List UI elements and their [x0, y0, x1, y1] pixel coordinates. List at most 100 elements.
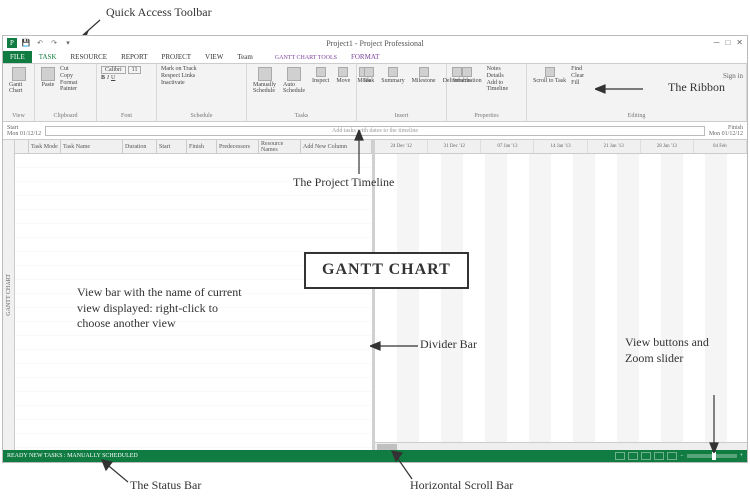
timeline-start: StartMon 01/12/12: [7, 125, 41, 137]
timeline-bar: StartMon 01/12/12 Add tasks with dates t…: [3, 122, 747, 140]
group-font-label: Font: [101, 113, 152, 119]
group-insert-label: Insert: [361, 113, 442, 119]
close-icon[interactable]: ✕: [736, 38, 743, 47]
group-clipboard-label: Clipboard: [39, 113, 92, 119]
arrow-status: [100, 458, 130, 484]
format-painter-button[interactable]: Format Painter: [60, 80, 92, 92]
view-button-2[interactable]: [628, 452, 638, 460]
timeline-track[interactable]: Add tasks with dates to the timeline: [45, 126, 705, 136]
move-label: Move: [336, 78, 350, 84]
view-bar-label: GANTT CHART: [6, 274, 12, 316]
view-button-5[interactable]: [667, 452, 677, 460]
clear-button[interactable]: Clear: [571, 73, 584, 79]
gantt-chart-label: Gantt Chart: [9, 82, 28, 94]
info-label: Information: [453, 78, 482, 84]
timescale: 24 Dec '12 31 Dec '12 07 Jan '13 14 Jan …: [375, 140, 747, 154]
zoom-out-icon[interactable]: −: [680, 453, 683, 459]
col-mode[interactable]: Task Mode: [29, 140, 61, 153]
italic-button[interactable]: I: [107, 75, 109, 81]
gantt-chart-area[interactable]: [375, 154, 747, 442]
tab-team[interactable]: Team: [230, 51, 259, 63]
copy-button[interactable]: Copy: [60, 73, 92, 79]
timescale-2: 07 Jan '13: [481, 140, 534, 153]
font-size-select[interactable]: 11: [128, 66, 142, 74]
auto-label: Auto Schedule: [283, 82, 305, 94]
qat-more-icon[interactable]: ▾: [63, 38, 73, 48]
group-properties-label: Properties: [451, 113, 522, 119]
anno-qat: Quick Access Toolbar: [106, 5, 212, 21]
anno-hscroll: Horizontal Scroll Bar: [410, 478, 513, 494]
zoom-in-icon[interactable]: +: [740, 453, 743, 459]
col-name[interactable]: Task Name: [61, 140, 123, 153]
undo-icon[interactable]: ↶: [35, 38, 45, 48]
manually-schedule-button[interactable]: Manually Schedule: [251, 66, 278, 95]
bold-button[interactable]: B: [101, 75, 105, 81]
timescale-6: 04 Feb: [694, 140, 747, 153]
anno-center-label: GANTT CHART: [304, 252, 469, 289]
details-button[interactable]: Details: [487, 73, 522, 79]
fill-button[interactable]: Fill: [571, 80, 584, 86]
milestone-button[interactable]: Milestone: [410, 66, 438, 85]
inspect-button[interactable]: Inspect: [310, 66, 331, 85]
cut-button[interactable]: Cut: [60, 66, 92, 72]
app-window: Project1 - Project Professional ─ □ ✕ P …: [2, 35, 748, 463]
summary-label: Summary: [381, 78, 404, 84]
tab-project[interactable]: PROJECT: [154, 51, 198, 63]
gantt-area: 24 Dec '12 31 Dec '12 07 Jan '13 14 Jan …: [375, 140, 747, 450]
paste-button[interactable]: Paste: [39, 66, 57, 89]
information-button[interactable]: Information: [451, 66, 484, 85]
task-insert-button[interactable]: Task: [361, 66, 376, 85]
auto-schedule-button[interactable]: Auto Schedule: [281, 66, 307, 95]
task-insert-label: Task: [363, 78, 374, 84]
save-icon[interactable]: 💾: [21, 38, 31, 48]
col-info[interactable]: [15, 140, 29, 153]
find-button[interactable]: Find: [571, 66, 584, 72]
view-button-1[interactable]: [615, 452, 625, 460]
anno-timeline: The Project Timeline: [293, 175, 394, 191]
mark-on-track-button[interactable]: Mark on Track: [161, 66, 197, 72]
move-button[interactable]: Move: [334, 66, 352, 85]
col-pred[interactable]: Predecessors: [217, 140, 259, 153]
minimize-icon[interactable]: ─: [714, 38, 720, 47]
tab-task[interactable]: TASK: [32, 51, 64, 63]
timescale-4: 21 Jan '13: [588, 140, 641, 153]
arrow-timeline: [353, 130, 365, 176]
view-button-3[interactable]: [641, 452, 651, 460]
tab-file[interactable]: FILE: [3, 51, 32, 63]
tab-report[interactable]: REPORT: [114, 51, 154, 63]
zoom-slider[interactable]: [687, 454, 737, 458]
font-family-select[interactable]: Calibri: [101, 66, 126, 74]
tab-format[interactable]: FORMAT: [344, 51, 386, 63]
view-button-4[interactable]: [654, 452, 664, 460]
col-res[interactable]: Resource Names: [259, 140, 301, 153]
quick-access-toolbar: P 💾 ↶ ↷ ▾: [3, 36, 747, 50]
redo-icon[interactable]: ↷: [49, 38, 59, 48]
tab-view[interactable]: VIEW: [198, 51, 230, 63]
arrow-hscroll: [390, 449, 414, 481]
anno-viewzoom: View buttons and Zoom slider: [625, 335, 735, 366]
inactivate-button[interactable]: Inactivate: [161, 80, 197, 86]
horizontal-scrollbar[interactable]: [375, 442, 747, 450]
gantt-chart-button[interactable]: Gantt Chart: [7, 66, 30, 95]
maximize-icon[interactable]: □: [725, 38, 730, 47]
arrow-viewzoom: [708, 393, 720, 453]
col-duration[interactable]: Duration: [123, 140, 157, 153]
col-finish[interactable]: Finish: [187, 140, 217, 153]
timescale-3: 14 Jan '13: [534, 140, 587, 153]
timescale-0: 24 Dec '12: [375, 140, 428, 153]
tab-resource[interactable]: RESOURCE: [64, 51, 115, 63]
summary-button[interactable]: Summary: [379, 66, 406, 85]
view-bar[interactable]: GANTT CHART: [3, 140, 15, 450]
notes-button[interactable]: Notes: [487, 66, 522, 72]
respect-links-button[interactable]: Respect Links: [161, 73, 197, 79]
project-icon: P: [7, 38, 17, 48]
col-start[interactable]: Start: [157, 140, 187, 153]
group-editing-label: Editing: [531, 113, 742, 119]
timescale-5: 28 Jan '13: [641, 140, 694, 153]
paste-label: Paste: [42, 82, 55, 88]
anno-viewbar: View bar with the name of current view d…: [77, 285, 247, 332]
scroll-to-task-button[interactable]: Scroll to Task: [531, 66, 568, 85]
add-to-timeline-button[interactable]: Add to Timeline: [487, 80, 522, 92]
sign-in-link[interactable]: Sign in: [723, 72, 743, 80]
underline-button[interactable]: U: [111, 75, 115, 81]
